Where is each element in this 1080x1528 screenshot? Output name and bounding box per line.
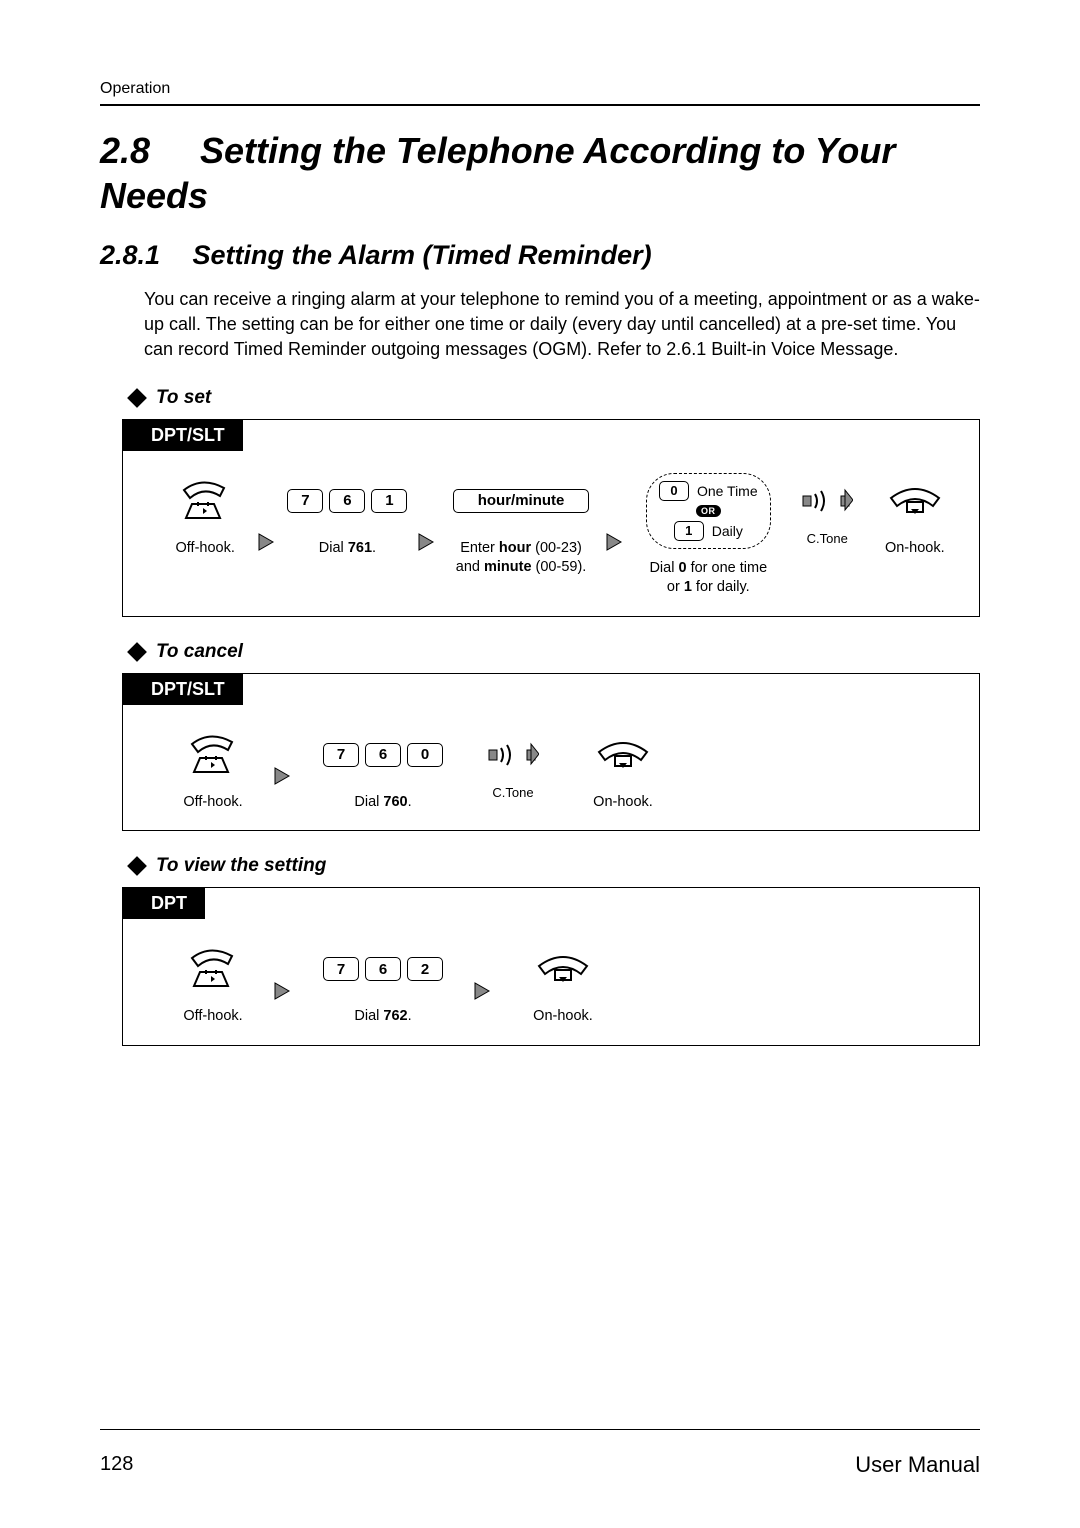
key-hourminute: hour/minute: [453, 489, 589, 513]
procedure-box-cancel: DPT/SLT Off-hook. 7: [122, 673, 980, 832]
footer-rule: [100, 1429, 980, 1430]
onhook-icon: [887, 473, 943, 529]
arrow-icon: [273, 979, 293, 1003]
caption-hourmin: Enter hour (00-23) and minute (00-59).: [456, 539, 587, 578]
page-number: 128: [100, 1453, 133, 1476]
step-dial761: 7 6 1 Dial 761.: [287, 473, 407, 559]
procedure-tab-set: DPT/SLT: [123, 420, 243, 451]
procedure-box-view: DPT Off-hook. 7 6: [122, 887, 980, 1046]
dial-keys-761: 7 6 1: [287, 473, 407, 529]
section-number: 2.8: [100, 128, 190, 173]
caption-offhook: Off-hook.: [176, 539, 235, 559]
diamond-icon: [127, 388, 147, 408]
key-2c: 2: [407, 957, 443, 981]
heading-to-set: To set: [130, 387, 980, 409]
ctone-icon: [487, 727, 539, 783]
step-offhook: Off-hook.: [163, 473, 247, 559]
key-0b: 0: [407, 743, 443, 767]
step-onhook-3: On-hook.: [503, 941, 623, 1027]
arrow-icon: [473, 979, 493, 1003]
caption-offhook-3: Off-hook.: [183, 1007, 242, 1027]
opt1-label: Daily: [712, 523, 743, 539]
caption-dial761: Dial 761.: [319, 539, 376, 559]
subsection-number: 2.8.1: [100, 240, 185, 271]
intro-paragraph: You can receive a ringing alarm at your …: [144, 287, 980, 363]
arrow-icon: [417, 530, 437, 554]
step-dial762: 7 6 2 Dial 762.: [303, 941, 463, 1027]
procedure-row-cancel: Off-hook. 7 6 0 Dial 760.: [123, 705, 979, 831]
key-7c: 7: [323, 957, 359, 981]
dial-keys-762: 7 6 2: [323, 941, 443, 997]
step-onhook-2: On-hook.: [563, 727, 683, 813]
opt0-label: One Time: [697, 483, 758, 499]
step-offhook-3: Off-hook.: [163, 941, 263, 1027]
step-ctone: C.Tone: [792, 473, 863, 546]
caption-dial762: Dial 762.: [354, 1007, 411, 1027]
arrow-icon: [273, 764, 293, 788]
onhook-icon: [595, 727, 651, 783]
heading-to-set-text: To set: [156, 387, 211, 409]
procedure-row-set: Off-hook. 7 6 1 Dial 761.: [123, 451, 979, 616]
ctone-icon: [801, 473, 853, 529]
procedure-tab-view: DPT: [123, 888, 205, 919]
heading-to-view: To view the setting: [130, 855, 980, 877]
caption-onhook-3: On-hook.: [533, 1007, 593, 1027]
dial-keys-760: 7 6 0: [323, 727, 443, 783]
step-hourmin: hour/minute Enter hour (00-23) and minut…: [447, 473, 594, 578]
subsection-text: Setting the Alarm (Timed Reminder): [193, 240, 652, 270]
procedure-tab-cancel: DPT/SLT: [123, 674, 243, 705]
heading-to-cancel-text: To cancel: [156, 641, 243, 663]
key-1b: 1: [674, 521, 704, 541]
step-onhook: On-hook.: [873, 473, 957, 559]
offhook-icon: [186, 727, 240, 783]
caption-ctone-2: C.Tone: [492, 785, 533, 800]
step-option: 0 One Time OR 1 Daily Dial 0 for one time …: [635, 473, 782, 598]
key-6: 6: [329, 489, 365, 513]
heading-to-cancel: To cancel: [130, 641, 980, 663]
arrow-icon: [605, 530, 625, 554]
step-ctone-2: C.Tone: [473, 727, 553, 800]
procedure-box-set: DPT/SLT Off-hook. 7: [122, 419, 980, 617]
procedure-row-view: Off-hook. 7 6 2 Dial 762.: [123, 919, 979, 1045]
caption-dial760: Dial 760.: [354, 793, 411, 813]
option-bubble: 0 One Time OR 1 Daily: [646, 473, 771, 549]
section-text: Setting the Telephone According to Your …: [100, 130, 895, 216]
key-7b: 7: [323, 743, 359, 767]
key-6b: 6: [365, 743, 401, 767]
caption-onhook-2: On-hook.: [593, 793, 653, 813]
diamond-icon: [127, 856, 147, 876]
step-offhook-2: Off-hook.: [163, 727, 263, 813]
running-head: Operation: [100, 80, 980, 98]
key-7: 7: [287, 489, 323, 513]
section-title: 2.8 Setting the Telephone According to Y…: [100, 128, 980, 218]
heading-to-view-text: To view the setting: [156, 855, 326, 877]
manual-label: User Manual: [855, 1452, 980, 1478]
subsection-title: 2.8.1 Setting the Alarm (Timed Reminder): [100, 240, 980, 271]
key-0: 0: [659, 481, 689, 501]
header-rule: [100, 104, 980, 106]
diamond-icon: [127, 642, 147, 662]
page-container: Operation 2.8 Setting the Telephone Acco…: [0, 0, 1080, 1528]
arrow-icon: [257, 530, 277, 554]
offhook-icon: [178, 473, 232, 529]
caption-option: Dial 0 for one time or 1 for daily.: [649, 559, 767, 598]
offhook-icon: [186, 941, 240, 997]
hourmin-key: hour/minute: [453, 473, 589, 529]
key-6c: 6: [365, 957, 401, 981]
onhook-icon: [535, 941, 591, 997]
caption-offhook-2: Off-hook.: [183, 793, 242, 813]
caption-onhook: On-hook.: [885, 539, 945, 559]
caption-ctone: C.Tone: [807, 531, 848, 546]
key-1: 1: [371, 489, 407, 513]
step-dial760: 7 6 0 Dial 760.: [303, 727, 463, 813]
or-pill: OR: [696, 505, 721, 517]
